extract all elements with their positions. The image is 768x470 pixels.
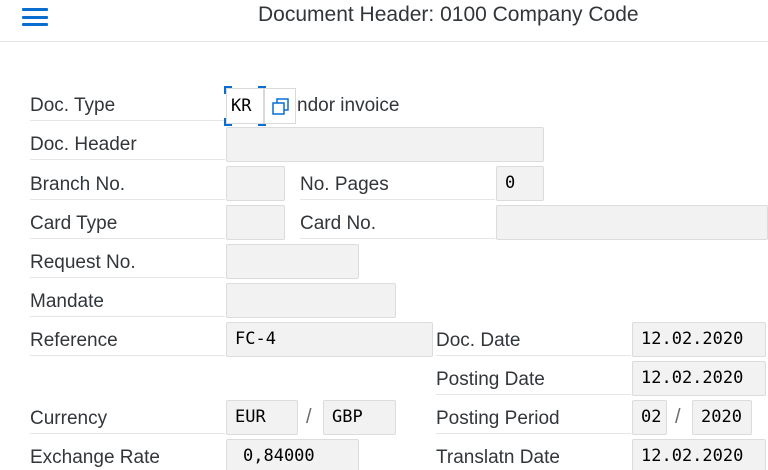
doc-type-value: KR xyxy=(231,96,252,116)
branch-no-label: Branch No. xyxy=(30,170,225,200)
doc-type-label: Doc. Type xyxy=(30,91,225,121)
doc-date-label: Doc. Date xyxy=(436,326,631,356)
request-no-input[interactable] xyxy=(226,244,359,279)
mandate-label: Mandate xyxy=(30,287,225,317)
no-pages-input[interactable]: 0 xyxy=(496,166,544,201)
copy-icon xyxy=(272,98,289,115)
exchange-rate-label: Exchange Rate xyxy=(30,443,225,470)
doc-header-label: Doc. Header xyxy=(30,130,225,160)
doc-date-input[interactable]: 12.02.2020 xyxy=(632,322,766,357)
reference-label: Reference xyxy=(30,326,225,356)
posting-date-input[interactable]: 12.02.2020 xyxy=(632,361,766,396)
posting-period-input[interactable]: 02 xyxy=(632,400,667,435)
posting-period-label: Posting Period xyxy=(436,404,631,434)
currency-input[interactable]: EUR xyxy=(226,400,298,435)
posting-date-label: Posting Date xyxy=(436,365,631,395)
currency-label: Currency xyxy=(30,404,225,434)
branch-no-input[interactable] xyxy=(226,166,285,201)
no-pages-label: No. Pages xyxy=(300,170,495,200)
card-no-label: Card No. xyxy=(300,209,495,239)
menu-icon[interactable] xyxy=(22,6,48,28)
translatn-date-input[interactable]: 12.02.2020 xyxy=(632,439,766,470)
value-help-button[interactable] xyxy=(264,88,296,124)
doc-type-description: ndor invoice xyxy=(297,95,400,116)
doc-type-input[interactable]: KR xyxy=(224,86,266,126)
currency-second-input[interactable]: GBP xyxy=(323,400,396,435)
mandate-input[interactable] xyxy=(226,283,396,318)
posting-year-input[interactable]: 2020 xyxy=(692,400,752,435)
reference-input[interactable]: FC-4 xyxy=(226,322,433,357)
card-no-input[interactable] xyxy=(496,205,768,240)
card-type-label: Card Type xyxy=(30,209,225,239)
request-no-label: Request No. xyxy=(30,248,225,278)
exchange-rate-input[interactable]: 0,84000 xyxy=(226,439,359,470)
translatn-date-label: Translatn Date xyxy=(436,443,631,470)
currency-separator: / xyxy=(306,406,312,428)
posting-period-separator: / xyxy=(675,406,681,428)
card-type-input[interactable] xyxy=(226,205,285,240)
doc-header-input[interactable] xyxy=(226,127,544,162)
page-title: Document Header: 0100 Company Code xyxy=(258,3,639,26)
app-header: Document Header: 0100 Company Code xyxy=(0,0,768,42)
